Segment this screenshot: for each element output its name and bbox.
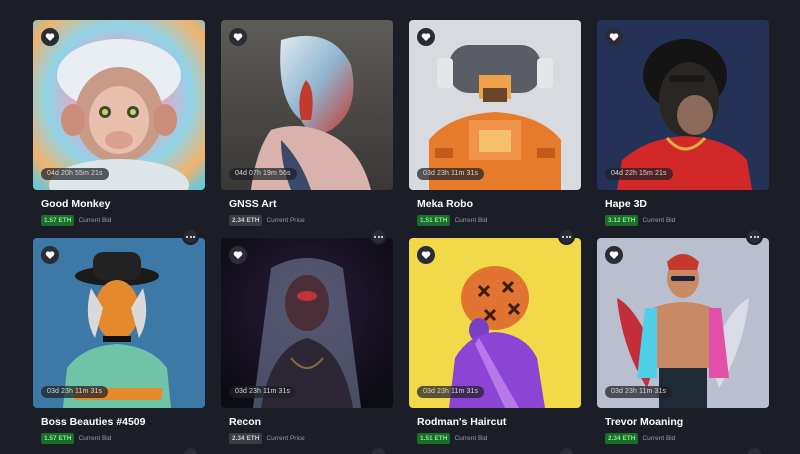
nft-thumbnail[interactable]: 03d 23h 11m 31s bbox=[33, 238, 205, 408]
nft-title[interactable]: Good Monkey bbox=[33, 198, 205, 210]
heart-icon bbox=[421, 251, 431, 259]
nft-artwork-trevor-moaning bbox=[597, 238, 769, 408]
favorite-button[interactable] bbox=[605, 246, 623, 264]
more-options-button[interactable] bbox=[558, 228, 575, 245]
price-label: Current Bid bbox=[454, 217, 488, 224]
nft-thumbnail[interactable]: 03d 23h 11m 31s bbox=[409, 238, 581, 408]
nft-thumbnail[interactable]: 03d 23h 11m 31s bbox=[597, 238, 769, 408]
nft-artwork-meka-robo bbox=[409, 20, 581, 190]
more-dots-icon bbox=[561, 235, 564, 238]
more-options-button[interactable] bbox=[558, 446, 575, 454]
price-label: Current Price bbox=[266, 217, 305, 224]
heart-icon bbox=[609, 33, 619, 41]
auction-timer: 03d 23h 11m 31s bbox=[417, 386, 485, 398]
price-row: 1.51 ETH Current Bid bbox=[409, 433, 581, 444]
nft-artwork-hape-3d bbox=[597, 20, 769, 190]
nft-card[interactable]: 03d 23h 11m 31s Meka Robo 1.51 ETH Curre… bbox=[409, 20, 581, 245]
nft-artwork-good-monkey bbox=[33, 20, 205, 190]
favorite-button[interactable] bbox=[229, 28, 247, 46]
more-options-button[interactable] bbox=[370, 228, 387, 245]
price-label: Current Bid bbox=[454, 435, 488, 442]
more-options-button[interactable] bbox=[370, 446, 387, 454]
nft-grid: 04d 20h 55m 21s Good Monkey 1.57 ETH Cur… bbox=[33, 20, 769, 454]
favorite-button[interactable] bbox=[41, 28, 59, 46]
more-options-button[interactable] bbox=[182, 228, 199, 245]
nft-card[interactable]: 03d 23h 11m 31s Boss Beauties #4509 1.57… bbox=[33, 238, 205, 454]
nft-thumbnail[interactable]: 03d 23h 11m 31s bbox=[221, 238, 393, 408]
auction-timer: 03d 23h 11m 31s bbox=[229, 386, 297, 398]
nft-thumbnail[interactable]: 04d 20h 55m 21s bbox=[33, 20, 205, 190]
favorite-button[interactable] bbox=[605, 28, 623, 46]
heart-icon bbox=[233, 251, 243, 259]
price-row: 1.51 ETH Current Bid bbox=[409, 215, 581, 226]
nft-title[interactable]: Boss Beauties #4509 bbox=[33, 416, 205, 428]
favorite-button[interactable] bbox=[41, 246, 59, 264]
nft-thumbnail[interactable]: 04d 07h 19m 56s bbox=[221, 20, 393, 190]
auction-timer: 04d 20h 55m 21s bbox=[41, 168, 109, 180]
price-row: 1.57 ETH Current Bid bbox=[33, 215, 205, 226]
nft-title[interactable]: Rodman's Haircut bbox=[409, 416, 581, 428]
price-row: 3.12 ETH Current Bid bbox=[597, 215, 769, 226]
auction-timer: 04d 22h 15m 21s bbox=[605, 168, 673, 180]
nft-title[interactable]: Meka Robo bbox=[409, 198, 581, 210]
price-badge: 1.57 ETH bbox=[41, 215, 75, 226]
nft-card[interactable]: 04d 20h 55m 21s Good Monkey 1.57 ETH Cur… bbox=[33, 20, 205, 245]
nft-artwork-rodmans-haircut bbox=[409, 238, 581, 408]
price-row: 2.34 ETH Current Price bbox=[221, 215, 393, 226]
price-row: 2.34 ETH Current Bid bbox=[597, 433, 769, 444]
more-options-button[interactable] bbox=[182, 446, 199, 454]
more-dots-icon bbox=[373, 235, 376, 238]
nft-card[interactable]: 04d 22h 15m 21s Hape 3D 3.12 ETH Current… bbox=[597, 20, 769, 245]
nft-title[interactable]: GNSS Art bbox=[221, 198, 393, 210]
more-dots-icon bbox=[185, 235, 188, 238]
nft-title[interactable]: Trevor Moaning bbox=[597, 416, 769, 428]
price-badge: 3.12 ETH bbox=[605, 215, 639, 226]
nft-card[interactable]: 03d 23h 11m 31s Trevor Moaning 2.34 ETH … bbox=[597, 238, 769, 454]
price-label: Current Bid bbox=[78, 217, 112, 224]
nft-thumbnail[interactable]: 04d 22h 15m 21s bbox=[597, 20, 769, 190]
more-options-button[interactable] bbox=[746, 446, 763, 454]
nft-artwork-gnss-art bbox=[221, 20, 393, 190]
more-options-button[interactable] bbox=[746, 228, 763, 245]
nft-thumbnail[interactable]: 03d 23h 11m 31s bbox=[409, 20, 581, 190]
nft-card[interactable]: 03d 23h 11m 31s Rodman's Haircut 1.51 ET… bbox=[409, 238, 581, 454]
price-badge: 2.34 ETH bbox=[605, 433, 639, 444]
more-dots-icon bbox=[749, 235, 752, 238]
nft-artwork-recon bbox=[221, 238, 393, 408]
price-label: Current Price bbox=[266, 435, 305, 442]
favorite-button[interactable] bbox=[417, 28, 435, 46]
price-row: 1.57 ETH Current Bid bbox=[33, 433, 205, 444]
auction-timer: 04d 07h 19m 56s bbox=[229, 168, 297, 180]
price-badge: 1.51 ETH bbox=[417, 433, 451, 444]
price-badge: 2.34 ETH bbox=[229, 433, 263, 444]
price-badge: 2.34 ETH bbox=[229, 215, 263, 226]
auction-timer: 03d 23h 11m 31s bbox=[417, 168, 485, 180]
auction-timer: 03d 23h 11m 31s bbox=[605, 386, 673, 398]
nft-title[interactable]: Recon bbox=[221, 416, 393, 428]
heart-icon bbox=[45, 33, 55, 41]
heart-icon bbox=[233, 33, 243, 41]
favorite-button[interactable] bbox=[229, 246, 247, 264]
nft-title[interactable]: Hape 3D bbox=[597, 198, 769, 210]
heart-icon bbox=[45, 251, 55, 259]
nft-artwork-boss-beauties bbox=[33, 238, 205, 408]
heart-icon bbox=[421, 33, 431, 41]
price-badge: 1.51 ETH bbox=[417, 215, 451, 226]
nft-card[interactable]: 03d 23h 11m 31s Recon 2.34 ETH Current P… bbox=[221, 238, 393, 454]
heart-icon bbox=[609, 251, 619, 259]
price-label: Current Bid bbox=[642, 217, 676, 224]
price-row: 2.34 ETH Current Price bbox=[221, 433, 393, 444]
price-badge: 1.57 ETH bbox=[41, 433, 75, 444]
auction-timer: 03d 23h 11m 31s bbox=[41, 386, 109, 398]
price-label: Current Bid bbox=[78, 435, 112, 442]
price-label: Current Bid bbox=[642, 435, 676, 442]
favorite-button[interactable] bbox=[417, 246, 435, 264]
nft-card[interactable]: 04d 07h 19m 56s GNSS Art 2.34 ETH Curren… bbox=[221, 20, 393, 245]
